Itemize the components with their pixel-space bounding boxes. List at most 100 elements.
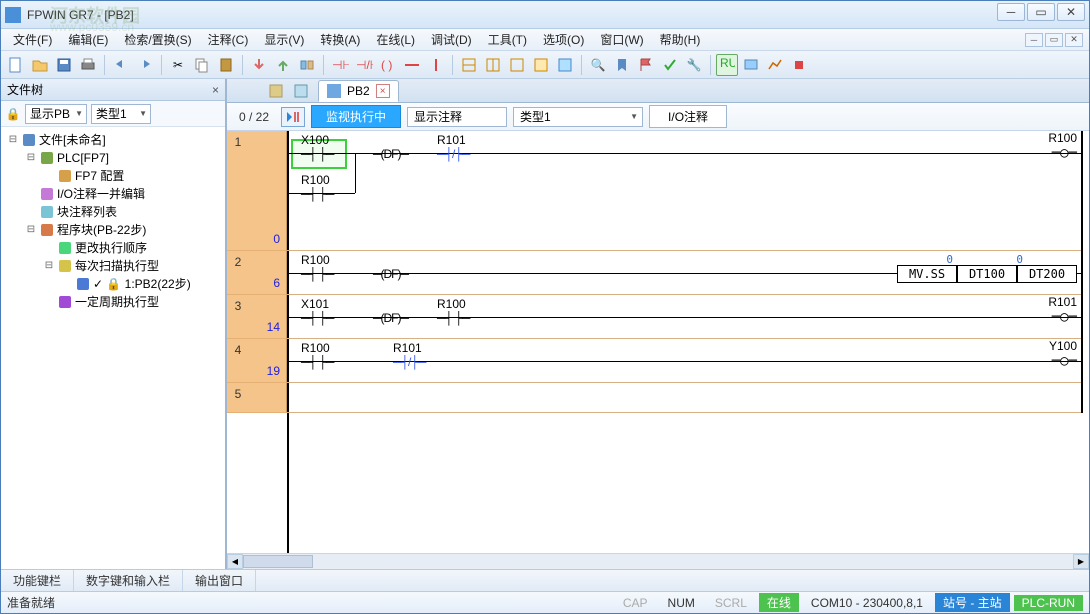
tree-item[interactable]: ⊟文件[未命名] — [3, 131, 223, 149]
contact-nc-icon[interactable]: ⊣/⊢ — [353, 54, 375, 76]
compare-icon[interactable] — [296, 54, 318, 76]
download-icon[interactable] — [248, 54, 270, 76]
grid1-icon[interactable] — [458, 54, 480, 76]
rung-4[interactable]: R100─┤ ├─ R101─┤/├─ Y100─○─ — [287, 339, 1083, 383]
contact-r101-4[interactable]: R101─┤/├─ — [393, 355, 425, 369]
rung-3[interactable]: X101─┤ ├─ ─(DF)─ R100─┤ ├─ R101─○─ — [287, 295, 1083, 339]
horizontal-scrollbar[interactable]: ◀ ▶ — [227, 553, 1089, 569]
func-df-1[interactable]: ─(DF)─ — [373, 147, 408, 161]
hline-icon[interactable] — [401, 54, 423, 76]
monitor-icon[interactable] — [740, 54, 762, 76]
io-comment-button[interactable]: I/O注释 — [649, 105, 727, 128]
tab-nav-icon[interactable] — [265, 80, 287, 102]
menu-view[interactable]: 显示(V) — [258, 29, 310, 50]
upload-icon[interactable] — [272, 54, 294, 76]
tab-pb2[interactable]: PB2 × — [318, 80, 399, 102]
mdi-minimize[interactable]: ─ — [1025, 33, 1043, 47]
maximize-button[interactable]: ▭ — [1027, 3, 1055, 21]
tab-list-icon[interactable] — [290, 80, 312, 102]
project-tree[interactable]: ⊟文件[未命名]⊟PLC[FP7] FP7 配置 I/O注释一并编辑 块注释列表… — [1, 127, 225, 569]
menu-tools[interactable]: 工具(T) — [482, 29, 533, 50]
gutter-row[interactable]: 26 — [227, 251, 287, 295]
scroll-thumb[interactable] — [243, 555, 313, 568]
menu-window[interactable]: 窗口(W) — [594, 29, 649, 50]
show-comment-combo[interactable]: 显示注释 — [407, 107, 507, 127]
tree-item[interactable]: ⊟程序块(PB-22步) — [3, 221, 223, 239]
wrench-icon[interactable]: 🔧 — [683, 54, 705, 76]
show-pb-combo[interactable]: 显示PB▼ — [25, 104, 87, 124]
expand-icon[interactable]: ⊟ — [43, 257, 55, 275]
grid2-icon[interactable] — [482, 54, 504, 76]
tree-item[interactable]: ✓ 🔒 1:PB2(22步) — [3, 275, 223, 293]
rung-1[interactable]: X100─┤ ├─ ─(DF)─ R101─┤/├─ R100─○─ R100─… — [287, 131, 1083, 251]
grid4-icon[interactable] — [530, 54, 552, 76]
contact-r101-nc[interactable]: R101─┤/├─ — [437, 147, 469, 161]
vline-icon[interactable] — [425, 54, 447, 76]
copy-icon[interactable] — [191, 54, 213, 76]
type-combo[interactable]: 类型1▼ — [91, 104, 151, 124]
chart-icon[interactable] — [764, 54, 786, 76]
rung-2[interactable]: R100─┤ ├─ ─(DF)─ 0 0 MV.SS DT100 DT200 — [287, 251, 1083, 295]
contact-r100-nc[interactable]: R100─┤ ├─ — [437, 311, 469, 325]
lock-icon[interactable]: 🔒 — [5, 106, 21, 122]
op-dt100[interactable]: DT100 — [957, 265, 1017, 283]
menu-options[interactable]: 选项(O) — [537, 29, 590, 50]
monitor-status-badge[interactable]: 监视执行中 — [311, 105, 401, 128]
stop-icon[interactable] — [788, 54, 810, 76]
func-df-3[interactable]: ─(DF)─ — [373, 311, 408, 325]
contact-no-icon[interactable]: ⊣⊢ — [329, 54, 351, 76]
contact-r100-4[interactable]: R100─┤ ├─ — [301, 355, 333, 369]
contact-x100[interactable]: X100─┤ ├─ — [301, 147, 333, 161]
menu-file[interactable]: 文件(F) — [7, 29, 58, 50]
scroll-left-icon[interactable]: ◀ — [227, 554, 243, 569]
new-icon[interactable] — [5, 54, 27, 76]
footer-tab-function-keys[interactable]: 功能键栏 — [1, 570, 74, 591]
gutter-row[interactable]: 5 — [227, 383, 287, 413]
expand-icon[interactable] — [43, 167, 55, 185]
tree-item[interactable]: 一定周期执行型 — [3, 293, 223, 311]
expand-icon[interactable] — [43, 239, 55, 257]
tree-item[interactable]: 更改执行顺序 — [3, 239, 223, 257]
redo-icon[interactable] — [134, 54, 156, 76]
close-button[interactable]: ✕ — [1057, 3, 1085, 21]
coil-y100[interactable]: Y100─○─ — [1052, 353, 1077, 369]
mdi-close[interactable]: ✕ — [1065, 33, 1083, 47]
expand-icon[interactable]: ⊟ — [25, 221, 37, 239]
save-icon[interactable] — [53, 54, 75, 76]
op-dt200[interactable]: DT200 — [1017, 265, 1077, 283]
panel-close-icon[interactable]: × — [212, 83, 219, 97]
func-df-2[interactable]: ─(DF)─ — [373, 267, 408, 281]
contact-x101[interactable]: X101─┤ ├─ — [301, 311, 333, 325]
gutter-row[interactable]: 314 — [227, 295, 287, 339]
print-icon[interactable] — [77, 54, 99, 76]
tab-close-icon[interactable]: × — [376, 84, 390, 98]
find-icon[interactable]: 🔍 — [587, 54, 609, 76]
tree-item[interactable]: I/O注释一并编辑 — [3, 185, 223, 203]
footer-tab-output[interactable]: 输出窗口 — [183, 570, 256, 591]
bookmark-icon[interactable] — [611, 54, 633, 76]
footer-tab-numeric[interactable]: 数字键和输入栏 — [74, 570, 183, 591]
contact-r100-branch[interactable]: R100─┤ ├─ — [301, 187, 333, 201]
open-icon[interactable] — [29, 54, 51, 76]
tree-item[interactable]: FP7 配置 — [3, 167, 223, 185]
undo-icon[interactable] — [110, 54, 132, 76]
expand-icon[interactable] — [25, 203, 37, 221]
menu-search[interactable]: 检索/置换(S) — [118, 29, 197, 50]
grid3-icon[interactable] — [506, 54, 528, 76]
coil-icon[interactable]: ( ) — [377, 54, 399, 76]
menu-help[interactable]: 帮助(H) — [654, 29, 707, 50]
tree-item[interactable]: 块注释列表 — [3, 203, 223, 221]
scroll-right-icon[interactable]: ▶ — [1073, 554, 1089, 569]
menu-debug[interactable]: 调试(D) — [425, 29, 478, 50]
minimize-button[interactable]: ─ — [997, 3, 1025, 21]
run-icon[interactable]: RUN — [716, 54, 738, 76]
gutter-row[interactable]: 10 — [227, 131, 287, 251]
grid5-icon[interactable] — [554, 54, 576, 76]
play-pause-button[interactable] — [281, 107, 305, 127]
menu-edit[interactable]: 编辑(E) — [62, 29, 114, 50]
tree-item[interactable]: ⊟每次扫描执行型 — [3, 257, 223, 275]
expand-icon[interactable] — [43, 293, 55, 311]
ladder-editor[interactable]: 10263144195 X100─┤ ├─ ─(DF)─ R101─┤/├─ R… — [227, 131, 1089, 553]
check-icon[interactable] — [659, 54, 681, 76]
gutter-row[interactable]: 419 — [227, 339, 287, 383]
